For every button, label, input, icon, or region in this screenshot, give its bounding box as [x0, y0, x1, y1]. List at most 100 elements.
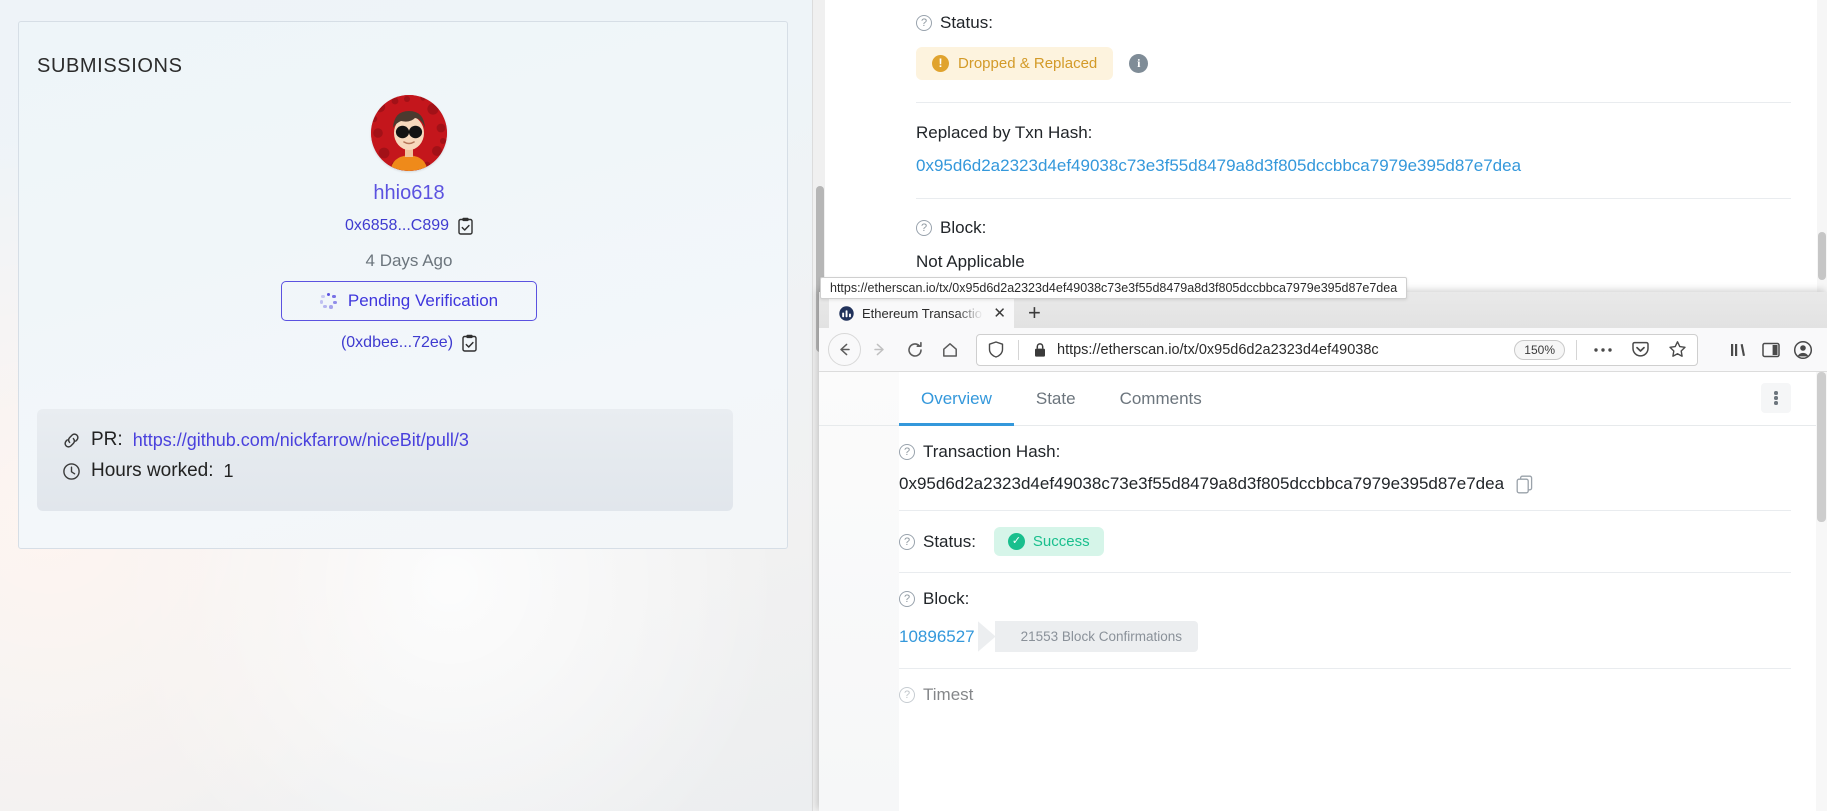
pr-row: PR: https://github.com/nickfarrow/niceBi…	[62, 429, 733, 451]
question-circle-icon[interactable]: ?	[899, 591, 915, 607]
tab-comments-label: Comments	[1119, 388, 1202, 408]
bg-scrollbar-thumb[interactable]	[1818, 232, 1826, 280]
pr-label: PR:	[91, 429, 123, 450]
bg-replaced-hash-link[interactable]: 0x95d6d2a2323d4ef49038c73e3f55d8479a8d3f…	[916, 156, 1827, 176]
row-transaction-hash: ? Transaction Hash: 0x95d6d2a2323d4ef490…	[819, 426, 1827, 511]
transaction-hash-label-row: ? Transaction Hash:	[899, 442, 1791, 462]
status-badge-label: Dropped & Replaced	[958, 55, 1098, 72]
info-circle-icon[interactable]: i	[1129, 54, 1149, 73]
hours-row: Hours worked: 1	[62, 460, 733, 482]
block-value-row: 10896527 21553 Block Confirmations	[899, 621, 1791, 652]
status-badge: ✓ Success	[993, 527, 1104, 556]
library-icon[interactable]	[1724, 335, 1754, 365]
hours-value: 1	[223, 460, 234, 481]
status-badge: ! Dropped & Replaced	[916, 47, 1114, 80]
urlbar-divider	[1018, 339, 1019, 360]
tab-overview[interactable]: Overview	[899, 372, 1014, 426]
tab-overview-label: Overview	[921, 388, 992, 408]
padlock-icon[interactable]	[1030, 335, 1050, 365]
txn-ref-row: (0xdbee...72ee)	[341, 334, 477, 352]
clipboard-check-icon[interactable]	[458, 217, 473, 235]
pending-verification-label: Pending Verification	[347, 291, 499, 310]
address-bar[interactable]: https://etherscan.io/tx/0x95d6d2a2323d4e…	[976, 333, 1698, 366]
question-circle-icon[interactable]: ?	[899, 444, 915, 460]
sidebar-icon[interactable]	[1756, 335, 1786, 365]
clock-icon	[62, 462, 81, 481]
bg-vertical-scrollbar[interactable]	[1817, 0, 1827, 300]
block-number-link[interactable]: 10896527	[899, 627, 975, 647]
tab-state[interactable]: State	[1014, 372, 1098, 426]
row-timestamp-partial: ? Timest	[819, 669, 1827, 705]
reload-icon[interactable]	[898, 333, 931, 366]
star-icon[interactable]	[1662, 335, 1692, 365]
transaction-hash-label: Transaction Hash:	[923, 442, 1061, 461]
timestamp-label-row: ? Timest	[899, 685, 1791, 705]
pending-verification-button[interactable]: Pending Verification	[281, 281, 537, 321]
transaction-hash-value: 0x95d6d2a2323d4ef49038c73e3f55d8479a8d3f…	[899, 474, 1505, 493]
spinner-icon	[319, 292, 337, 310]
kebab-menu-icon[interactable]	[1761, 383, 1791, 413]
block-label: Block:	[923, 589, 970, 608]
background-etherscan-window: ? Status: ! Dropped & Replaced i Replace…	[826, 0, 1827, 300]
arrow-right-icon[interactable]	[863, 333, 896, 366]
bg-block-label-row: ? Block:	[916, 218, 1827, 238]
plus-icon[interactable]: +	[1028, 302, 1041, 324]
link-url-tooltip: https://etherscan.io/tx/0x95d6d2a2323d4e…	[820, 277, 1408, 299]
wallet-address-row: 0x6858...C899	[345, 217, 473, 235]
bg-status-label-row: ? Status:	[916, 13, 1827, 33]
hours-label: Hours worked:	[91, 460, 214, 481]
screen-root: SUBMISSIONS hhio618 0x6858...C899 4 Days…	[0, 0, 1827, 811]
browser-tab-title: Ethereum Transaction Ha	[862, 305, 984, 321]
page-title: SUBMISSIONS	[37, 55, 183, 77]
submission-entry: hhio618 0x6858...C899 4 Days Ago Pending…	[0, 95, 818, 352]
clipboard-check-icon[interactable]	[462, 334, 477, 352]
row-block: ? Block: 10896527 21553 Block Confirmati…	[819, 573, 1827, 669]
etherscan-tab-bar: Overview State Comments	[819, 372, 1827, 426]
row-status: ? Status: ✓ Success	[819, 511, 1827, 573]
check-circle-icon: ✓	[1007, 533, 1025, 550]
submission-time: 4 Days Ago	[365, 251, 453, 270]
browser-tab-active[interactable]: Ethereum Transaction Ha ✕	[829, 296, 1014, 328]
question-circle-icon[interactable]: ?	[916, 15, 932, 31]
pr-url-link[interactable]: https://github.com/nickfarrow/niceBit/pu…	[133, 430, 469, 451]
block-label-row: ? Block:	[899, 589, 1791, 609]
page-left-gutter	[819, 372, 899, 811]
submission-details-box: PR: https://github.com/nickfarrow/niceBi…	[37, 409, 733, 511]
wallet-address[interactable]: 0x6858...C899	[345, 217, 449, 235]
status-label-row: ? Status:	[899, 532, 976, 552]
tab-comments[interactable]: Comments	[1098, 372, 1224, 426]
arrow-left-icon[interactable]	[828, 333, 861, 366]
submitter-username[interactable]: hhio618	[373, 182, 444, 205]
etherscan-page-content: Overview State Comments ? Transaction Ha…	[819, 372, 1827, 811]
etherscan-favicon	[839, 305, 854, 321]
avatar-hhio618[interactable]	[371, 95, 447, 171]
page-scrollbar-thumb[interactable]	[1817, 372, 1826, 522]
transaction-hash-value-row: 0x95d6d2a2323d4ef49038c73e3f55d8479a8d3f…	[899, 474, 1791, 494]
shield-icon[interactable]	[985, 335, 1007, 365]
question-circle-icon[interactable]: ?	[899, 533, 915, 550]
browser-toolbar: https://etherscan.io/tx/0x95d6d2a2323d4e…	[819, 328, 1827, 372]
page-vertical-scrollbar[interactable]	[1816, 372, 1827, 811]
txn-ref-link[interactable]: (0xdbee...72ee)	[341, 334, 453, 352]
ellipsis-icon[interactable]	[1588, 335, 1618, 365]
account-circle-icon[interactable]	[1788, 335, 1818, 365]
bg-block-value: Not Applicable	[916, 252, 1025, 271]
zoom-level-indicator[interactable]: 150%	[1514, 339, 1565, 360]
timestamp-label: Timest	[923, 685, 974, 704]
warning-icon: !	[932, 55, 949, 72]
tab-state-label: State	[1035, 388, 1076, 408]
question-circle-icon[interactable]: ?	[899, 687, 915, 703]
home-icon[interactable]	[933, 333, 966, 366]
question-circle-icon[interactable]: ?	[916, 220, 932, 236]
pocket-icon[interactable]	[1625, 335, 1655, 365]
block-confirmations-chip: 21553 Block Confirmations	[994, 621, 1198, 652]
copy-icon[interactable]	[1516, 475, 1533, 494]
status-badge-label: Success	[1032, 533, 1090, 550]
bg-status-label: Status:	[940, 13, 993, 32]
firefox-browser-window: Ethereum Transaction Ha ✕ +	[819, 292, 1827, 811]
bg-replaced-label: Replaced by Txn Hash:	[916, 123, 1093, 142]
status-label: Status:	[923, 531, 976, 551]
close-icon[interactable]: ✕	[991, 304, 1008, 322]
urlbar-divider-2	[1576, 339, 1577, 360]
bg-block-label: Block:	[940, 218, 987, 237]
